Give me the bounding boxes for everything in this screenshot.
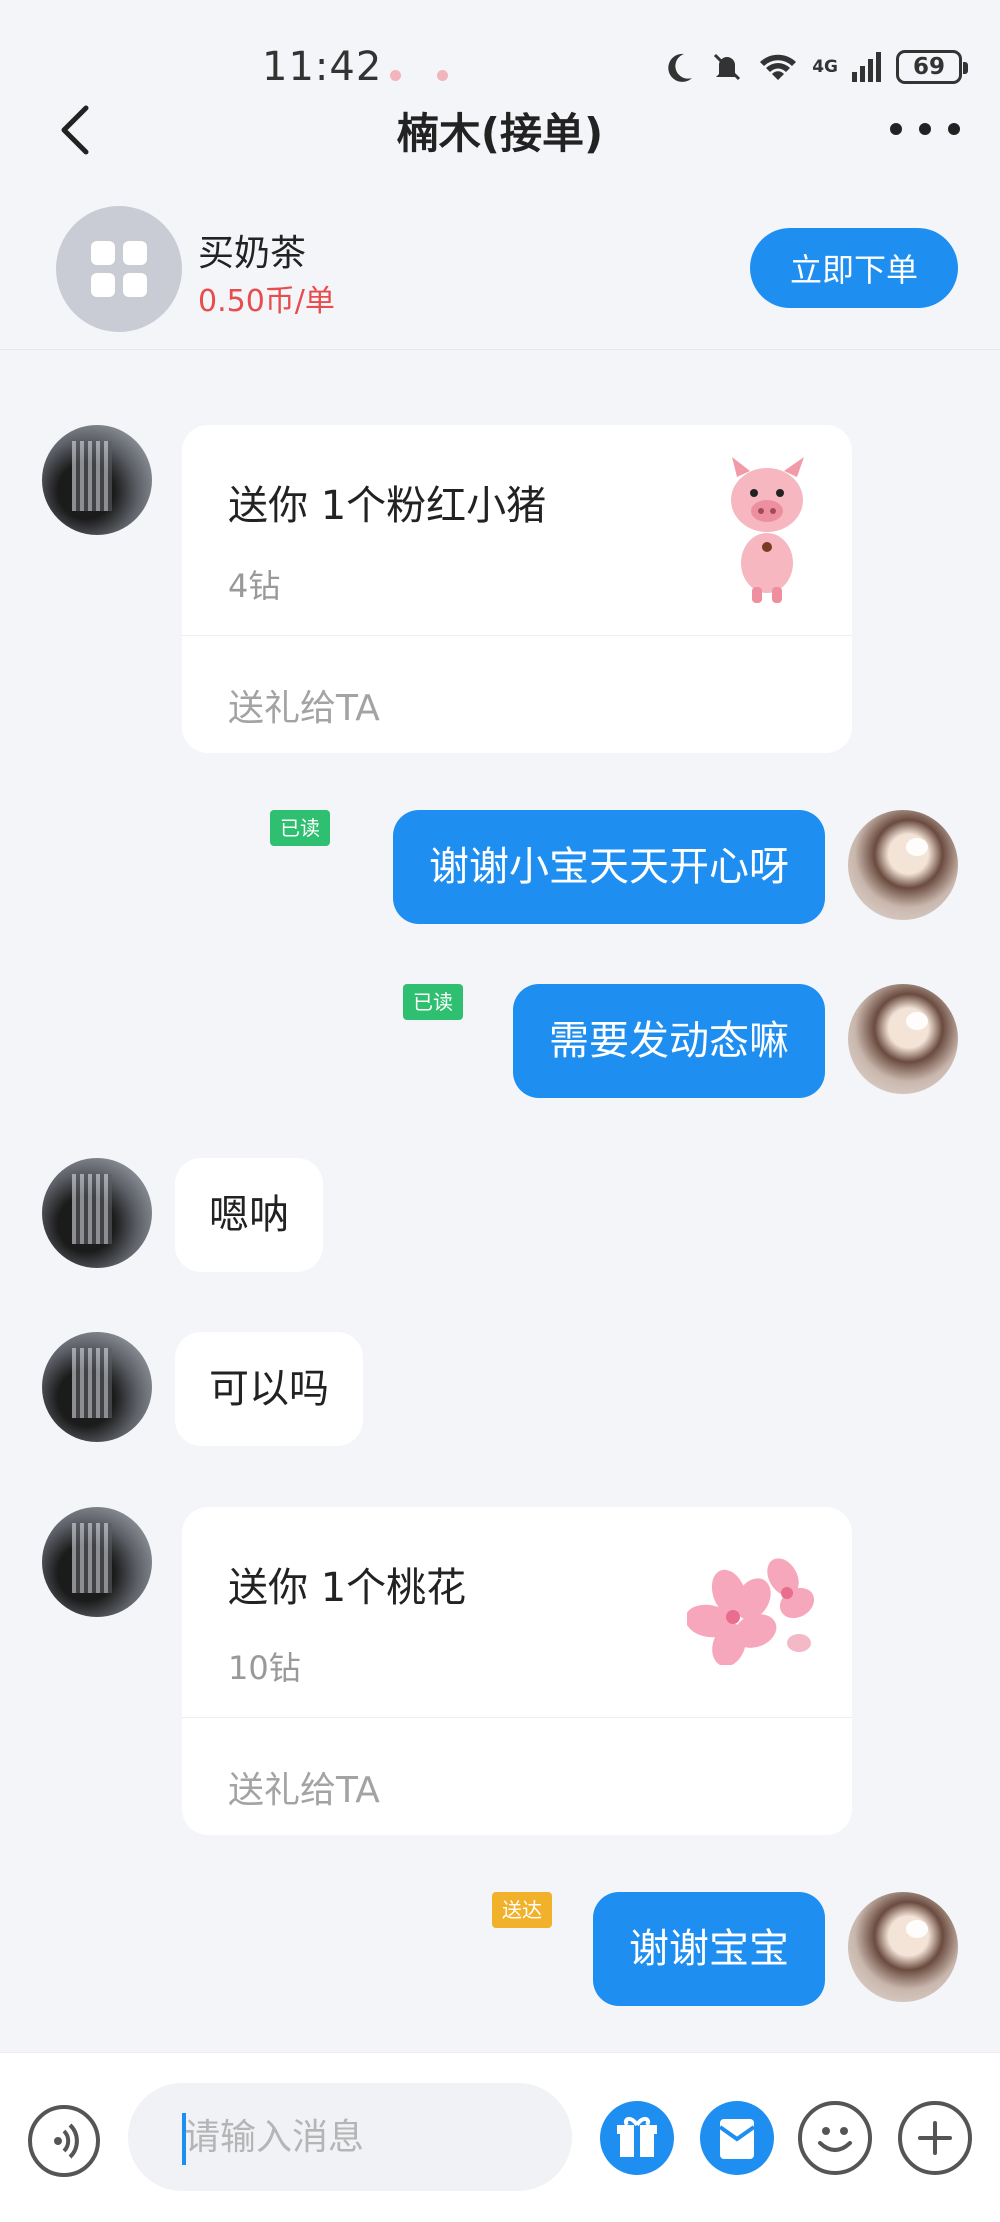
avatar[interactable] [848,1892,958,2002]
order-bar: 买奶茶 0.50币/单 立即下单 [0,190,1000,350]
battery-indicator: 69 [896,50,968,84]
emoji-button[interactable] [798,2101,872,2175]
mute-bell-icon [714,53,741,81]
gift-cost: 4钻 [228,567,281,605]
avatar[interactable] [848,984,958,1094]
service-price: 0.50币/单 [198,284,335,319]
notification-dots [390,66,484,85]
voice-input-button[interactable] [28,2105,100,2177]
read-status-badge: 已读 [270,810,330,846]
moon-icon [668,53,693,82]
status-icons: 4G 69 [662,50,968,84]
input-bar [0,2052,1000,2222]
network-label: 4G [812,57,838,77]
read-status-badge: 已读 [403,984,463,1020]
gift-icon [617,2117,657,2157]
red-packet-button[interactable] [700,2101,774,2175]
gift-card[interactable]: 送你 1个桃花 10钻 送礼给TA [182,1507,852,1835]
gift-title: 送你 1个桃花 [228,1565,467,1611]
chat-header: 楠木(接单) [0,84,1000,174]
message-bubble-received[interactable]: 嗯呐 [175,1158,323,1272]
avatar[interactable] [42,1158,152,1268]
voice-icon [54,2123,79,2159]
peach-blossom-icon [687,1558,815,1665]
text-cursor [182,2113,186,2165]
message-bubble-sent[interactable]: 谢谢小宝天天开心呀 [393,810,825,924]
avatar[interactable] [42,1332,152,1442]
more-actions-button[interactable] [898,2101,972,2175]
page-title: 楠木(接单) [396,109,604,158]
send-gift-link[interactable]: 送礼给TA [228,1761,380,1813]
send-gift-link[interactable]: 送礼给TA [228,679,380,731]
service-icon [56,206,182,332]
order-now-button[interactable]: 立即下单 [750,228,958,308]
red-packet-icon [718,2119,756,2159]
gift-cost: 10钻 [228,1649,301,1687]
signal-icon [852,52,881,82]
emoji-icon [818,2127,852,2152]
avatar[interactable] [42,1507,152,1617]
divider [182,635,852,636]
plus-icon [918,2121,952,2155]
service-name: 买奶茶 [198,233,307,274]
gift-button[interactable] [600,2101,674,2175]
delivered-status-badge: 送达 [492,1892,552,1928]
message-bubble-sent[interactable]: 需要发动态嘛 [513,984,825,1098]
message-bubble-received[interactable]: 可以吗 [175,1332,363,1446]
pink-pig-icon [731,457,804,603]
gift-card[interactable]: 送你 1个粉红小猪 4钻 送礼给TA [182,425,852,753]
avatar[interactable] [848,810,958,920]
more-options-button[interactable] [890,104,960,154]
wifi-icon [760,54,797,80]
message-bubble-sent[interactable]: 谢谢宝宝 [593,1892,825,2006]
divider [182,1717,852,1718]
message-input[interactable] [128,2083,572,2191]
gift-title: 送你 1个粉红小猪 [228,483,547,529]
avatar[interactable] [42,425,152,535]
